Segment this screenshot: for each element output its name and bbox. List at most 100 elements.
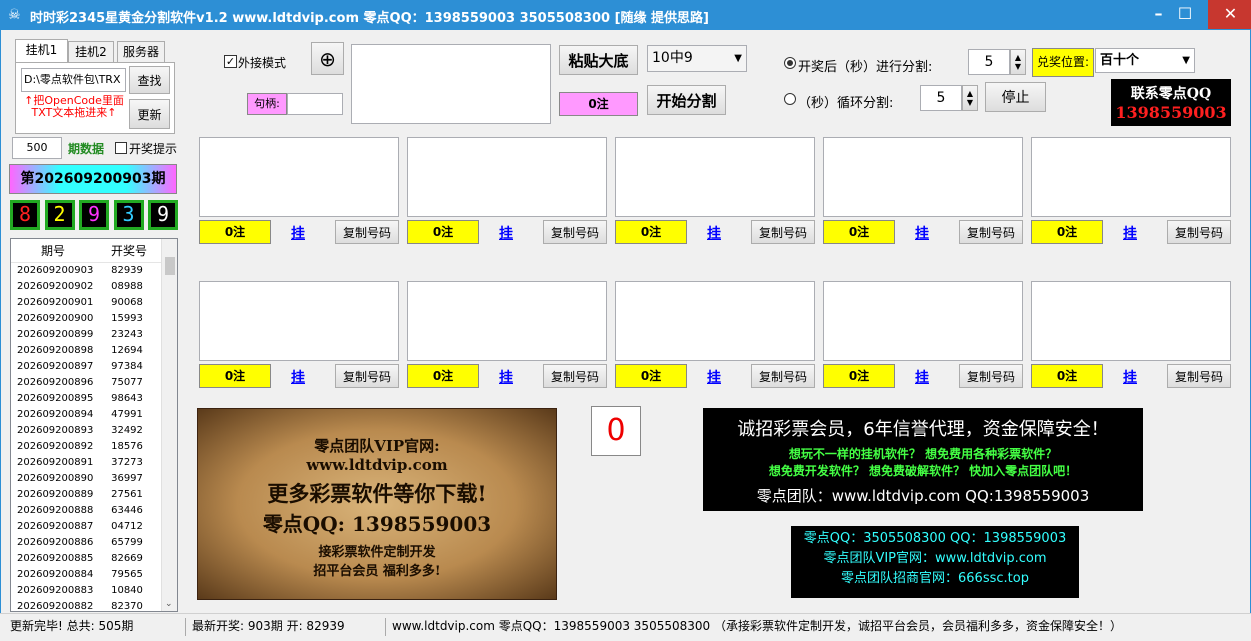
after-draw-spinner[interactable]: ▲ ▼ <box>1010 49 1026 75</box>
small-ad-banner[interactable]: 零点QQ：3505508300 QQ：1398559003 零点团队VIP官网：… <box>791 526 1079 598</box>
recruit-ad-banner[interactable]: 诚招彩票会员，6年信誉代理，资金保障安全！ 想玩不一样的挂机软件？ 想免费用各种… <box>703 408 1143 511</box>
slot-textarea[interactable] <box>1031 281 1231 361</box>
number-cell: 27561 <box>111 489 143 500</box>
copy-numbers-button[interactable]: 复制号码 <box>751 364 815 388</box>
col-number: 开奖号 <box>110 244 147 258</box>
combo-select[interactable]: 10中9 ▼ <box>647 45 747 72</box>
hang-link[interactable]: 挂 <box>915 367 929 387</box>
history-rows: 202609200903 82939 202609200902 08988 202609… <box>11 263 177 611</box>
hang-link[interactable]: 挂 <box>707 367 721 387</box>
slot-count: 0注 <box>1031 364 1103 388</box>
slot-textarea[interactable] <box>823 137 1023 217</box>
loop-spinner[interactable]: ▲ ▼ <box>962 85 978 111</box>
table-row[interactable]: 202609200895 98643 <box>11 391 177 407</box>
digit-3: 9 <box>79 200 109 230</box>
hang-link[interactable]: 挂 <box>499 223 513 243</box>
copy-numbers-button[interactable]: 复制号码 <box>543 220 607 244</box>
copy-numbers-button[interactable]: 复制号码 <box>751 220 815 244</box>
period-cell: 202609200892 <box>17 441 94 452</box>
hang-link[interactable]: 挂 <box>1123 223 1137 243</box>
scroll-thumb[interactable] <box>165 257 175 275</box>
hang-link[interactable]: 挂 <box>707 223 721 243</box>
maximize-button[interactable]: ☐ <box>1162 0 1208 29</box>
loop-seconds[interactable]: 5 <box>920 85 962 111</box>
table-row[interactable]: 202609200896 75077 <box>11 375 177 391</box>
hang-link[interactable]: 挂 <box>291 367 305 387</box>
number-cell: 79565 <box>111 569 143 580</box>
table-row[interactable]: 202609200902 08988 <box>11 279 177 295</box>
hang-link[interactable]: 挂 <box>915 223 929 243</box>
tab-hang2[interactable]: 挂机2 <box>68 41 114 63</box>
after-draw-radio[interactable] <box>784 57 796 69</box>
slot-textarea[interactable] <box>823 281 1023 361</box>
slot-textarea[interactable] <box>199 281 399 361</box>
table-row[interactable]: 202609200892 18576 <box>11 439 177 455</box>
slot-count: 0注 <box>199 220 271 244</box>
table-row[interactable]: 202609200888 63446 <box>11 503 177 519</box>
hang-link[interactable]: 挂 <box>499 367 513 387</box>
table-row[interactable]: 202609200891 37273 <box>11 455 177 471</box>
table-row[interactable]: 202609200897 97384 <box>11 359 177 375</box>
table-row[interactable]: 202609200885 82669 <box>11 551 177 567</box>
slot-textarea[interactable] <box>407 137 607 217</box>
prize-pos-select[interactable]: 百十个 ▼ <box>1095 48 1195 73</box>
copy-numbers-button[interactable]: 复制号码 <box>335 364 399 388</box>
hang-link[interactable]: 挂 <box>291 223 305 243</box>
table-row[interactable]: 202609200886 65799 <box>11 535 177 551</box>
target-crosshair-icon[interactable]: ⊕ <box>311 42 344 75</box>
scroll-down-icon[interactable]: ⌄ <box>165 599 173 609</box>
period-cell: 202609200897 <box>17 361 94 372</box>
table-row[interactable]: 202609200889 27561 <box>11 487 177 503</box>
paste-button[interactable]: 粘贴大底 <box>559 45 638 75</box>
start-split-button[interactable]: 开始分割 <box>647 85 726 115</box>
table-row[interactable]: 202609200893 32492 <box>11 423 177 439</box>
slot-textarea[interactable] <box>199 137 399 217</box>
number-cell: 32492 <box>111 425 143 436</box>
copy-numbers-button[interactable]: 复制号码 <box>959 364 1023 388</box>
slot-textarea[interactable] <box>1031 137 1231 217</box>
table-row[interactable]: 202609200898 12694 <box>11 343 177 359</box>
table-row[interactable]: 202609200884 79565 <box>11 567 177 583</box>
loop-radio[interactable] <box>784 93 796 105</box>
history-list[interactable]: 期号 开奖号 202609200903 82939 202609200902 0898… <box>10 238 178 612</box>
find-button[interactable]: 查找 <box>129 66 170 94</box>
table-row[interactable]: 202609200899 23243 <box>11 327 177 343</box>
stop-button[interactable]: 停止 <box>985 82 1046 112</box>
slot-textarea[interactable] <box>407 281 607 361</box>
table-row[interactable]: 202609200900 15993 <box>11 311 177 327</box>
copy-numbers-button[interactable]: 复制号码 <box>959 220 1023 244</box>
copy-numbers-button[interactable]: 复制号码 <box>543 364 607 388</box>
path-input[interactable]: D:\零点软件包\TRX <box>21 68 126 92</box>
drag-hint: ↑把OpenCode里面 TXT文本拖进来↑ <box>24 94 124 119</box>
base-textarea[interactable] <box>351 44 551 124</box>
history-scrollbar[interactable]: ⌄ <box>161 239 177 611</box>
hang-link[interactable]: 挂 <box>1123 367 1137 387</box>
number-cell: 23243 <box>111 329 143 340</box>
tab-server[interactable]: 服务器 <box>117 41 165 63</box>
table-row[interactable]: 202609200901 90068 <box>11 295 177 311</box>
table-row[interactable]: 202609200903 82939 <box>11 263 177 279</box>
table-row[interactable]: 202609200894 47991 <box>11 407 177 423</box>
period-count-input[interactable]: 500 <box>12 137 62 159</box>
draw-notice-checkbox[interactable] <box>115 142 127 154</box>
status-bar: 更新完毕! 总共: 505期 最新开奖: 903期 开: 82939 www.l… <box>0 613 1251 641</box>
close-button[interactable]: ✕ <box>1208 0 1251 29</box>
after-draw-seconds[interactable]: 5 <box>968 49 1010 75</box>
slot-textarea[interactable] <box>615 137 815 217</box>
loop-label: （秒）循环分割: <box>798 96 894 111</box>
external-mode-checkbox[interactable]: ✓ <box>224 55 237 68</box>
slot-textarea[interactable] <box>615 281 815 361</box>
table-row[interactable]: 202609200882 82370 <box>11 599 177 611</box>
scroll-ad-banner[interactable]: 零点团队VIP官网: www.ldtdvip.com 更多彩票软件等你下载! 零… <box>197 408 557 600</box>
external-mode-label: 外接模式 <box>238 56 287 70</box>
table-row[interactable]: 202609200883 10840 <box>11 583 177 599</box>
copy-numbers-button[interactable]: 复制号码 <box>335 220 399 244</box>
update-button[interactable]: 更新 <box>129 99 170 129</box>
copy-numbers-button[interactable]: 复制号码 <box>1167 364 1231 388</box>
table-row[interactable]: 202609200890 36997 <box>11 471 177 487</box>
handle-input[interactable] <box>287 93 343 115</box>
tab-hang1[interactable]: 挂机1 <box>15 39 68 63</box>
copy-numbers-button[interactable]: 复制号码 <box>1167 220 1231 244</box>
number-cell: 90068 <box>111 297 143 308</box>
table-row[interactable]: 202609200887 04712 <box>11 519 177 535</box>
